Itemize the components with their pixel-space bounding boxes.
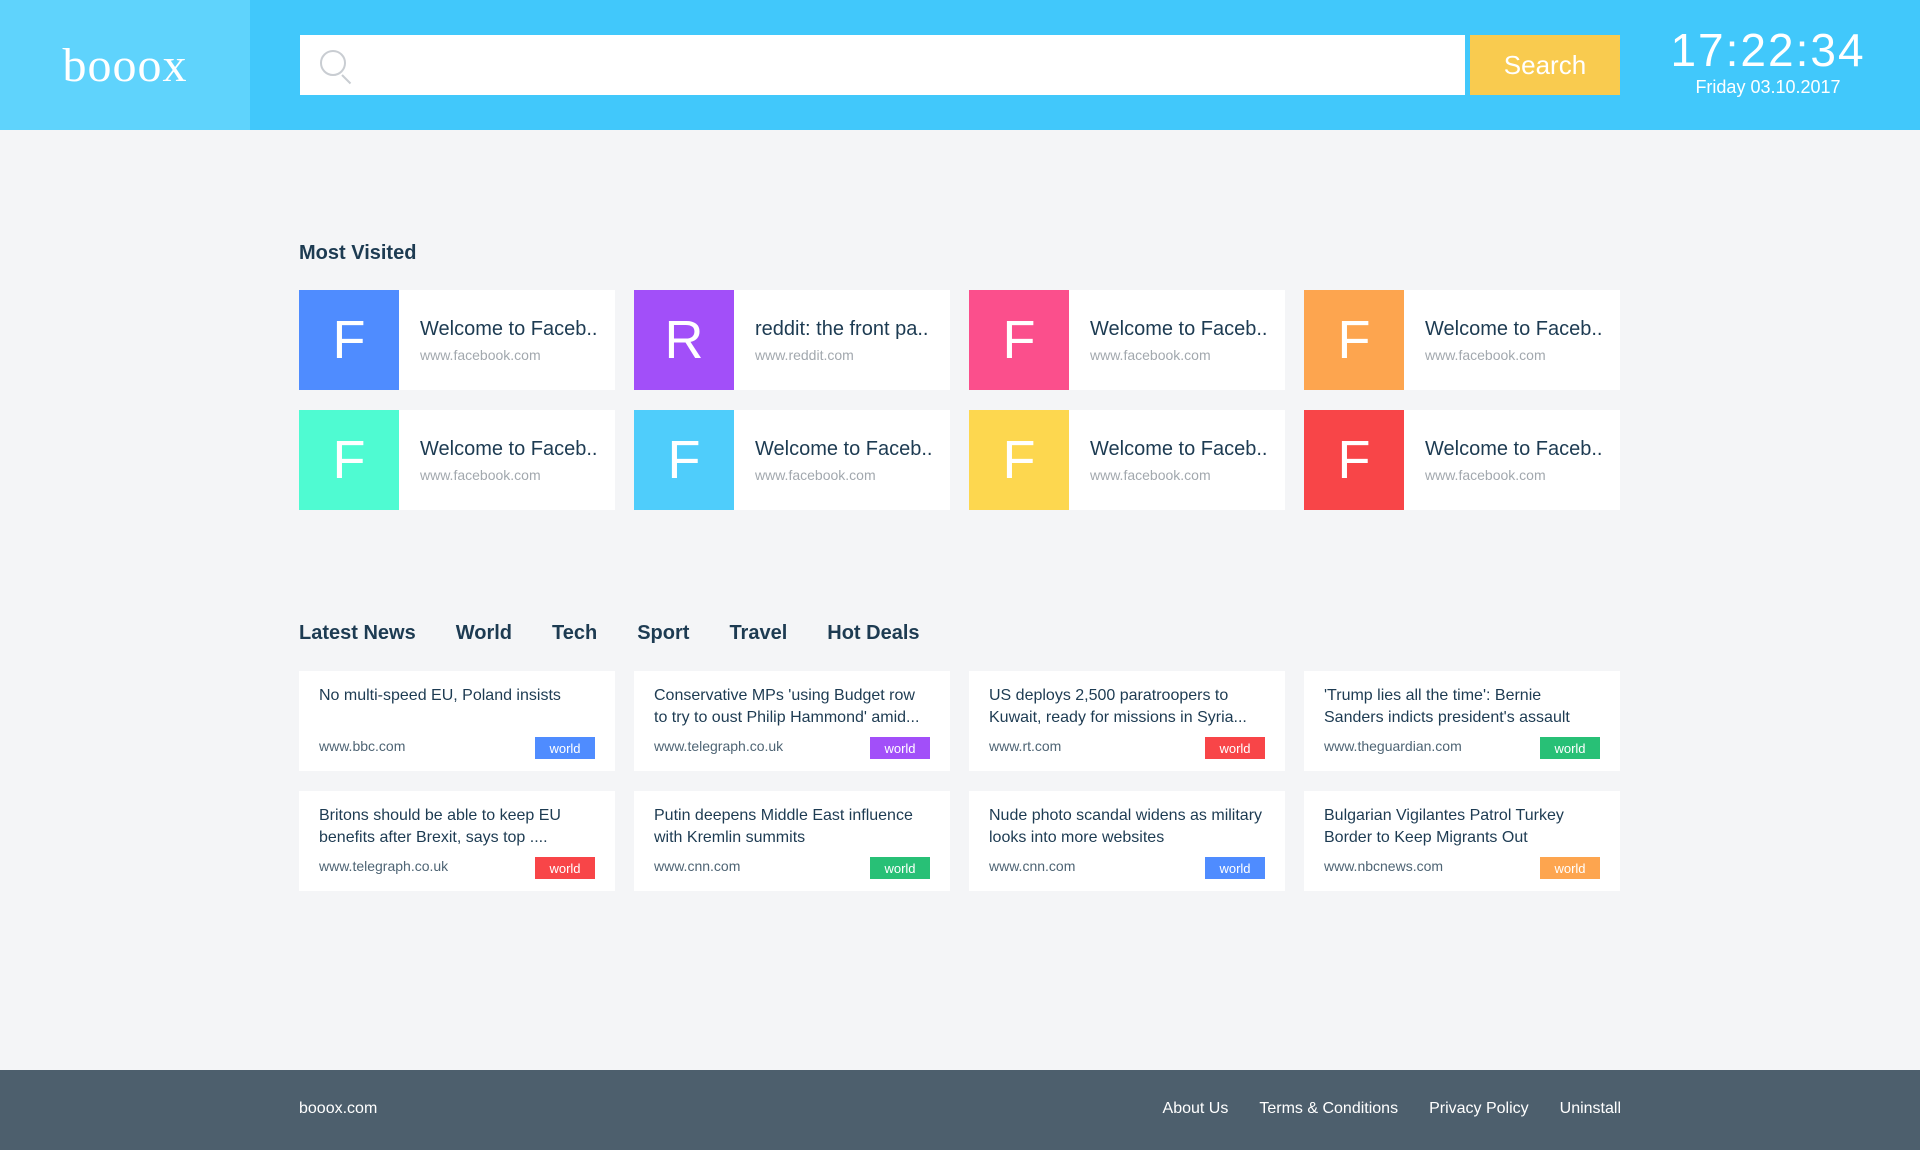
- tile-text: Welcome to Faceb.. www.facebook.com: [399, 438, 597, 483]
- news-category-badge: world: [1205, 737, 1265, 759]
- logo[interactable]: booox: [63, 38, 188, 93]
- clock-date: Friday 03.10.2017: [1695, 77, 1841, 97]
- news-category-badge: world: [1205, 857, 1265, 879]
- most-visited-tile[interactable]: F Welcome to Faceb.. www.facebook.com: [969, 410, 1285, 510]
- news-card[interactable]: Conservative MPs 'using Budget row to tr…: [634, 671, 950, 771]
- search-icon: [300, 35, 360, 95]
- tile-text: Welcome to Faceb.. www.facebook.com: [1069, 318, 1267, 363]
- news-card[interactable]: 'Trump lies all the time': Bernie Sander…: [1304, 671, 1620, 771]
- tile-title: Welcome to Faceb..: [1090, 437, 1268, 460]
- site-letter-icon: F: [299, 410, 399, 510]
- tab-tech[interactable]: Tech: [552, 622, 597, 645]
- site-letter-icon: R: [634, 290, 734, 390]
- news-headline[interactable]: Conservative MPs 'using Budget row to tr…: [654, 685, 930, 729]
- tab-sport[interactable]: Sport: [637, 622, 689, 645]
- most-visited-tile[interactable]: F Welcome to Faceb.. www.facebook.com: [1304, 290, 1620, 390]
- most-visited-tile[interactable]: F Welcome to Faceb.. www.facebook.com: [969, 290, 1285, 390]
- news-category-badge: world: [535, 857, 595, 879]
- most-visited-tile[interactable]: F Welcome to Faceb.. www.facebook.com: [1304, 410, 1620, 510]
- logo-box[interactable]: booox: [0, 0, 250, 130]
- news-headline[interactable]: Britons should be able to keep EU benefi…: [319, 805, 595, 849]
- clock: 17:22:34 Friday 03.10.2017: [1650, 24, 1886, 98]
- footer: booox.com About Us Terms & Conditions Priv…: [0, 1070, 1920, 1150]
- footer-link[interactable]: Uninstall: [1560, 1100, 1621, 1118]
- tile-text: Welcome to Faceb.. www.facebook.com: [1404, 438, 1602, 483]
- news-card[interactable]: Putin deepens Middle East influence with…: [634, 791, 950, 891]
- news-tabs: Latest News World Tech Sport Travel Hot Deals: [299, 622, 960, 645]
- news-headline[interactable]: Putin deepens Middle East influence with…: [654, 805, 930, 849]
- tile-url: www.reddit.com: [755, 346, 854, 363]
- news-source: www.cnn.com: [989, 858, 1076, 874]
- search-bar: [300, 35, 1465, 95]
- news-headline[interactable]: Bulgarian Vigilantes Patrol Turkey Borde…: [1324, 805, 1600, 849]
- news-headline[interactable]: 'Trump lies all the time': Bernie Sander…: [1324, 685, 1600, 729]
- tile-text: Welcome to Faceb.. www.facebook.com: [1404, 318, 1602, 363]
- news-headline[interactable]: US deploys 2,500 paratroopers to Kuwait,…: [989, 685, 1265, 729]
- site-letter-icon: F: [1304, 290, 1404, 390]
- news-source: www.telegraph.co.uk: [654, 738, 784, 754]
- footer-link[interactable]: Privacy Policy: [1429, 1100, 1529, 1118]
- tile-title: Welcome to Faceb..: [1425, 437, 1603, 460]
- most-visited-grid: F Welcome to Faceb.. www.facebook.com Rredd…: [299, 290, 1621, 510]
- tile-title: Welcome to Faceb..: [755, 437, 933, 460]
- most-visited-title: Most Visited: [299, 242, 417, 264]
- news-card[interactable]: Bulgarian Vigilantes Patrol Turkey Borde…: [1304, 791, 1620, 891]
- most-visited-tile[interactable]: F Welcome to Faceb.. www.facebook.com: [634, 410, 950, 510]
- search-button[interactable]: Search: [1470, 35, 1620, 95]
- site-letter-icon: F: [634, 410, 734, 510]
- news-category-badge: world: [1540, 857, 1600, 879]
- news-grid: No multi-speed EU, Poland insists www.bbc…: [299, 671, 1621, 891]
- news-card[interactable]: Britons should be able to keep EU benefi…: [299, 791, 615, 891]
- tab-hot-deals[interactable]: Hot Deals: [827, 622, 919, 645]
- most-visited-tile[interactable]: F Welcome to Faceb.. www.facebook.com: [299, 410, 615, 510]
- news-card[interactable]: Nude photo scandal widens as military lo…: [969, 791, 1285, 891]
- header: booox Search 17:22:34 Friday 03.10.2017: [0, 0, 1920, 130]
- news-category-badge: world: [1540, 737, 1600, 759]
- news-source: www.nbcnews.com: [1324, 858, 1444, 874]
- tile-title: Welcome to Faceb..: [1425, 317, 1603, 340]
- footer-brand[interactable]: booox.com: [299, 1100, 377, 1118]
- most-visited-tile[interactable]: F Welcome to Faceb.. www.facebook.com: [299, 290, 615, 390]
- tab-world[interactable]: World: [456, 622, 512, 645]
- tile-text: Welcome to Faceb.. www.facebook.com: [399, 318, 597, 363]
- tile-url: www.facebook.com: [1425, 466, 1546, 483]
- news-card[interactable]: No multi-speed EU, Poland insists www.bbc…: [299, 671, 615, 771]
- news-category-badge: world: [870, 857, 930, 879]
- site-letter-icon: F: [299, 290, 399, 390]
- tile-url: www.facebook.com: [420, 466, 541, 483]
- site-letter-icon: F: [969, 290, 1069, 390]
- tile-url: www.facebook.com: [755, 466, 876, 483]
- site-letter-icon: F: [969, 410, 1069, 510]
- tile-text: Welcome to Faceb.. www.facebook.com: [1069, 438, 1267, 483]
- tile-title: reddit: the front pa..: [755, 317, 929, 340]
- most-visited-tile[interactable]: Rreddit: the front pa.. www.reddit.com: [634, 290, 950, 390]
- site-letter-icon: F: [1304, 410, 1404, 510]
- tile-title: Welcome to Faceb..: [1090, 317, 1268, 340]
- clock-time: 17:22:34: [1670, 24, 1866, 76]
- footer-link[interactable]: About Us: [1163, 1100, 1229, 1118]
- news-source: www.rt.com: [989, 738, 1062, 754]
- tile-url: www.facebook.com: [420, 346, 541, 363]
- news-card[interactable]: US deploys 2,500 paratroopers to Kuwait,…: [969, 671, 1285, 771]
- news-headline[interactable]: Nude photo scandal widens as military lo…: [989, 805, 1265, 849]
- news-category-badge: world: [535, 737, 595, 759]
- tile-url: www.facebook.com: [1090, 466, 1211, 483]
- tile-title: Welcome to Faceb..: [420, 437, 598, 460]
- news-source: www.cnn.com: [654, 858, 741, 874]
- news-source: www.bbc.com: [319, 738, 406, 754]
- search-input[interactable]: [360, 35, 1465, 95]
- tab-latest-news[interactable]: Latest News: [299, 622, 416, 645]
- news-source: www.telegraph.co.uk: [319, 858, 449, 874]
- tab-travel[interactable]: Travel: [729, 622, 787, 645]
- tile-text: Welcome to Faceb.. www.facebook.com: [734, 438, 932, 483]
- news-source: www.theguardian.com: [1324, 738, 1462, 754]
- tile-text: reddit: the front pa.. www.reddit.com: [734, 318, 928, 363]
- news-category-badge: world: [870, 737, 930, 759]
- footer-link[interactable]: Terms & Conditions: [1259, 1100, 1398, 1118]
- tile-url: www.facebook.com: [1425, 346, 1546, 363]
- footer-links: About Us Terms & Conditions Privacy Policy…: [1132, 1100, 1621, 1118]
- tile-url: www.facebook.com: [1090, 346, 1211, 363]
- news-headline[interactable]: No multi-speed EU, Poland insists: [319, 685, 595, 729]
- tile-title: Welcome to Faceb..: [420, 317, 598, 340]
